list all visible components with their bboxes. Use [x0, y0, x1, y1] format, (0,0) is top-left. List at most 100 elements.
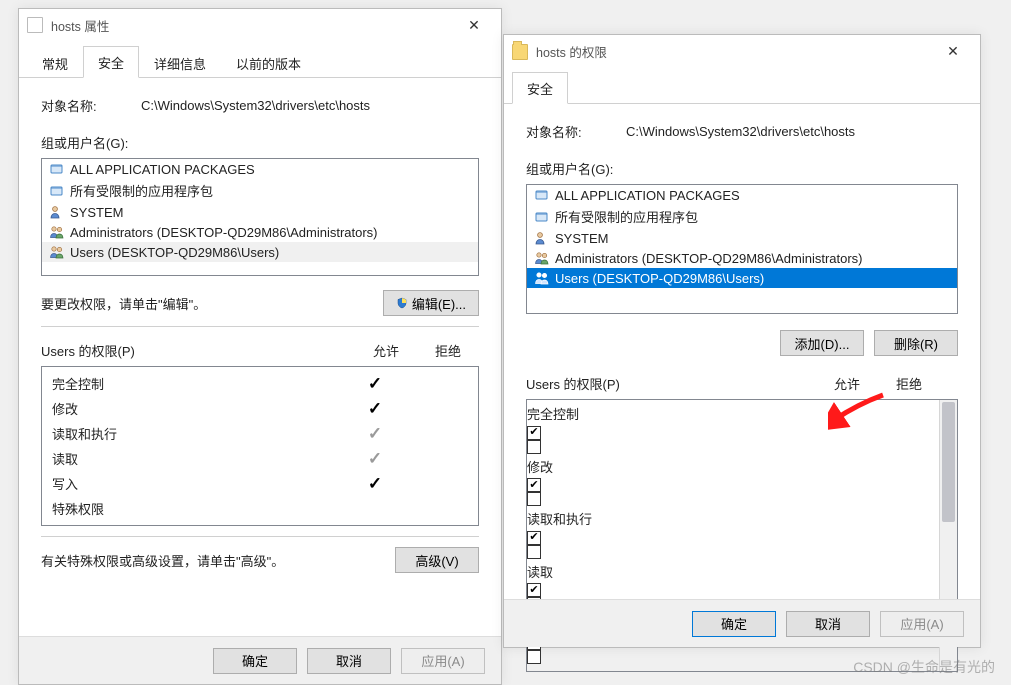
- list-item[interactable]: 所有受限制的应用程序包: [42, 179, 478, 202]
- list-item[interactable]: Users (DESKTOP-QD29M86\Users): [42, 242, 478, 262]
- apply-button[interactable]: 应用(A): [401, 648, 485, 674]
- list-item-label: Administrators (DESKTOP-QD29M86\Administ…: [555, 251, 863, 266]
- tab-content: 对象名称: C:\Windows\System32\drivers\etc\ho…: [504, 104, 980, 682]
- advanced-hint: 有关特殊权限或高级设置，请单击"高级"。: [41, 551, 395, 570]
- ok-button[interactable]: 确定: [692, 611, 776, 637]
- advanced-button[interactable]: 高级(V): [395, 547, 479, 573]
- pkg-icon: [48, 183, 66, 199]
- perm-allow-checkbox[interactable]: [527, 581, 939, 598]
- perm-allow: ✓: [344, 425, 406, 442]
- cancel-button[interactable]: 取消: [786, 611, 870, 637]
- cancel-button[interactable]: 取消: [307, 648, 391, 674]
- pkg-icon: [533, 209, 551, 225]
- close-button[interactable]: ✕: [932, 37, 974, 65]
- object-path: C:\Windows\System32\drivers\etc\hosts: [141, 98, 479, 113]
- perm-row: 读取和执行: [527, 509, 939, 562]
- tabstrip: 常规 安全 详细信息 以前的版本: [19, 41, 501, 78]
- perm-allow-checkbox[interactable]: [527, 528, 939, 545]
- perm-name: 完全控制: [52, 374, 344, 393]
- perm-name: 读取和执行: [52, 424, 344, 443]
- perm-allow-checkbox[interactable]: [527, 423, 939, 440]
- tab-details[interactable]: 详细信息: [139, 47, 221, 78]
- perm-allow: ✓: [344, 375, 406, 392]
- group-label: 组或用户名(G):: [526, 159, 958, 178]
- close-button[interactable]: ✕: [453, 11, 495, 39]
- pkg-icon: [533, 187, 551, 203]
- titlebar: hosts 的权限 ✕: [504, 35, 980, 67]
- list-item[interactable]: SYSTEM: [42, 202, 478, 222]
- list-item[interactable]: ALL APPLICATION PACKAGES: [527, 185, 957, 205]
- list-item-label: 所有受限制的应用程序包: [555, 207, 698, 226]
- list-item[interactable]: ALL APPLICATION PACKAGES: [42, 159, 478, 179]
- group-label: 组或用户名(G):: [41, 133, 479, 152]
- object-name-label: 对象名称:: [41, 96, 141, 115]
- permissions-table: 完全控制✓ 修改✓ 读取和执行✓ 读取✓ 写入✓ 特殊权限: [41, 366, 479, 526]
- tab-security[interactable]: 安全: [83, 46, 139, 78]
- group-list[interactable]: ALL APPLICATION PACKAGES 所有受限制的应用程序包 SYS…: [41, 158, 479, 276]
- tab-previous-versions[interactable]: 以前的版本: [221, 47, 316, 78]
- perm-name: 读取: [527, 562, 939, 581]
- edit-button-label: 编辑(E)...: [412, 294, 466, 313]
- perm-name: 特殊权限: [52, 499, 344, 518]
- list-item[interactable]: Administrators (DESKTOP-QD29M86\Administ…: [42, 222, 478, 242]
- titlebar: hosts 属性 ✕: [19, 9, 501, 41]
- list-item-label: ALL APPLICATION PACKAGES: [555, 188, 740, 203]
- perm-row: 修改✓: [42, 396, 478, 421]
- dialog-footer: 确定 取消 应用(A): [19, 636, 501, 684]
- window-title: hosts 的权限: [536, 42, 932, 61]
- column-deny: 拒绝: [878, 374, 940, 393]
- perm-deny-checkbox[interactable]: [527, 650, 939, 667]
- add-button[interactable]: 添加(D)...: [780, 330, 864, 356]
- edit-hint: 要更改权限，请单击"编辑"。: [41, 294, 383, 313]
- remove-button[interactable]: 删除(R): [874, 330, 958, 356]
- user-icon: [533, 230, 551, 246]
- perm-allow-checkbox[interactable]: [527, 476, 939, 493]
- window-title: hosts 属性: [51, 16, 453, 35]
- perm-deny-checkbox[interactable]: [527, 440, 939, 457]
- perm-name: 修改: [52, 399, 344, 418]
- list-item[interactable]: SYSTEM: [527, 228, 957, 248]
- group-icon: [533, 270, 551, 286]
- group-icon: [533, 250, 551, 266]
- apply-button[interactable]: 应用(A): [880, 611, 964, 637]
- perm-title: Users 的权限(P): [526, 374, 816, 393]
- scrollbar-thumb[interactable]: [942, 402, 955, 522]
- ok-button[interactable]: 确定: [213, 648, 297, 674]
- column-allow: 允许: [355, 341, 417, 360]
- perm-name: 读取和执行: [527, 509, 939, 528]
- perm-deny-checkbox[interactable]: [527, 492, 939, 509]
- object-path: C:\Windows\System32\drivers\etc\hosts: [626, 124, 958, 139]
- separator: [41, 536, 479, 537]
- list-item-label: SYSTEM: [555, 231, 608, 246]
- separator: [41, 326, 479, 327]
- file-icon: [27, 17, 43, 33]
- properties-dialog: hosts 属性 ✕ 常规 安全 详细信息 以前的版本 对象名称: C:\Win…: [18, 8, 502, 685]
- group-icon: [48, 224, 66, 240]
- perm-name: 完全控制: [527, 404, 939, 423]
- column-deny: 拒绝: [417, 341, 479, 360]
- tab-content: 对象名称: C:\Windows\System32\drivers\etc\ho…: [19, 78, 501, 583]
- group-list[interactable]: ALL APPLICATION PACKAGES 所有受限制的应用程序包 SYS…: [526, 184, 958, 314]
- tab-security[interactable]: 安全: [512, 72, 568, 104]
- list-item-label: Users (DESKTOP-QD29M86\Users): [555, 271, 764, 286]
- column-allow: 允许: [816, 374, 878, 393]
- tab-general[interactable]: 常规: [27, 47, 83, 78]
- list-item-label: Administrators (DESKTOP-QD29M86\Administ…: [70, 225, 378, 240]
- list-item-label: 所有受限制的应用程序包: [70, 181, 213, 200]
- list-item-label: ALL APPLICATION PACKAGES: [70, 162, 255, 177]
- perm-row: 完全控制✓: [42, 371, 478, 396]
- perm-allow: ✓: [344, 400, 406, 417]
- list-item[interactable]: Users (DESKTOP-QD29M86\Users): [527, 268, 957, 288]
- perm-deny-checkbox[interactable]: [527, 545, 939, 562]
- perm-name: 读取: [52, 449, 344, 468]
- perm-name: 修改: [527, 457, 939, 476]
- list-item-label: Users (DESKTOP-QD29M86\Users): [70, 245, 279, 260]
- perm-name: 写入: [52, 474, 344, 493]
- list-item[interactable]: Administrators (DESKTOP-QD29M86\Administ…: [527, 248, 957, 268]
- list-item[interactable]: 所有受限制的应用程序包: [527, 205, 957, 228]
- perm-allow: ✓: [344, 450, 406, 467]
- user-icon: [48, 204, 66, 220]
- dialog-footer: 确定 取消 应用(A): [504, 599, 980, 647]
- edit-button[interactable]: 编辑(E)...: [383, 290, 479, 316]
- pkg-icon: [48, 161, 66, 177]
